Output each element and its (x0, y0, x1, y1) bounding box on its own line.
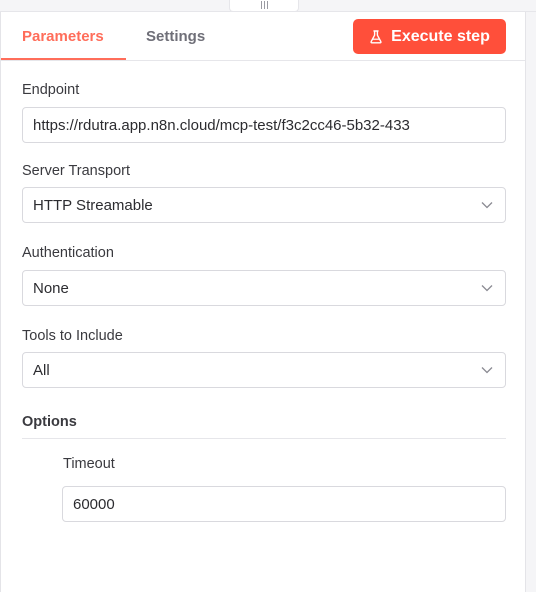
server-transport-label: Server Transport (22, 163, 130, 179)
endpoint-label: Endpoint (22, 82, 80, 98)
endpoint-value: https://rdutra.app.n8n.cloud/mcp-test/f3… (33, 116, 410, 134)
tools-to-include-value: All (33, 361, 50, 379)
flask-icon (370, 29, 382, 43)
timeout-label: Timeout (63, 456, 115, 472)
grip-line (263, 1, 265, 9)
server-transport-select[interactable]: HTTP Streamable (22, 187, 506, 223)
chevron-down-icon (481, 367, 493, 374)
tab-parameters[interactable]: Parameters (22, 28, 104, 61)
panel-tabs: Parameters Settings Execute step (1, 12, 525, 61)
chevron-down-icon (481, 202, 493, 209)
node-parameters-panel: Parameters Settings Execute step Endpoin… (0, 12, 526, 592)
options-title: Options (22, 414, 77, 430)
timeout-value: 60000 (73, 495, 115, 513)
authentication-label: Authentication (22, 245, 114, 261)
tools-to-include-select[interactable]: All (22, 352, 506, 388)
authentication-select[interactable]: None (22, 270, 506, 306)
authentication-value: None (33, 279, 69, 297)
server-transport-value: HTTP Streamable (33, 196, 153, 214)
chevron-down-icon (481, 285, 493, 292)
panel-drag-handle[interactable] (229, 0, 299, 12)
execute-step-label: Execute step (391, 27, 490, 45)
timeout-input[interactable]: 60000 (62, 486, 506, 522)
grip-line (266, 1, 268, 9)
endpoint-input[interactable]: https://rdutra.app.n8n.cloud/mcp-test/f3… (22, 107, 506, 143)
execute-step-button[interactable]: Execute step (353, 19, 506, 54)
grip-line (260, 1, 262, 9)
active-tab-indicator (1, 58, 126, 60)
tools-to-include-label: Tools to Include (22, 328, 123, 344)
tab-settings[interactable]: Settings (146, 28, 205, 61)
scroll-gutter (526, 12, 536, 592)
options-divider (22, 438, 506, 439)
